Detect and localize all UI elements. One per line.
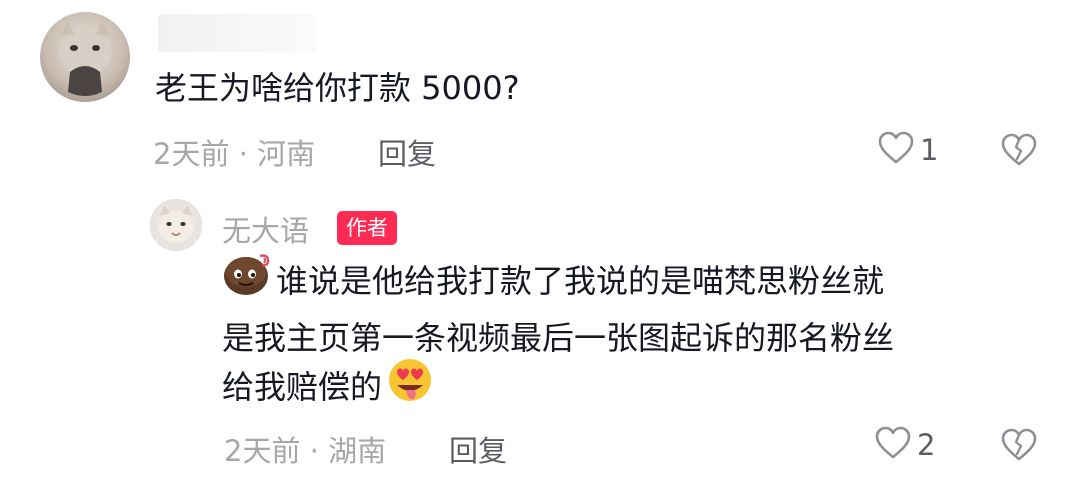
commenter-avatar[interactable] <box>40 12 130 102</box>
reply-text-line-1-text: 谁说是他给我打款了我说的是喵梵思粉丝就 <box>276 262 885 300</box>
comment-like-count: 1 <box>920 133 939 167</box>
reply-reply-button[interactable]: 回复 <box>449 428 507 470</box>
author-name[interactable]: 无大语 <box>222 208 309 250</box>
heart-outline-icon <box>878 131 914 169</box>
reply-dislike-button[interactable] <box>1001 428 1037 462</box>
broken-heart-icon <box>1001 428 1037 466</box>
reply-meta: 2天前 · 湖南 <box>224 434 387 468</box>
heart-outline-icon <box>875 426 911 464</box>
commenter-name-blurred <box>158 14 316 52</box>
broken-heart-icon <box>1001 133 1037 171</box>
author-badge: 作者 <box>337 211 397 245</box>
reply-text-line-3: 给我赔偿的 <box>222 359 434 412</box>
shy-face-emoji-icon <box>222 252 272 310</box>
reply-text-line-2: 是我主页第一条视频最后一张图起诉的那名粉丝 <box>222 313 894 363</box>
reply-like-count: 2 <box>917 428 936 462</box>
heart-eyes-emoji-icon <box>386 357 434 417</box>
comment-text: 老王为啥给你打款 5000? <box>155 69 520 107</box>
comment-like-button[interactable]: 1 <box>878 131 938 169</box>
reply-text-line-2-text: 是我主页第一条视频最后一张图起诉的那名粉丝 <box>222 319 895 357</box>
comment-reply-button[interactable]: 回复 <box>378 131 436 173</box>
comment-dislike-button[interactable] <box>1001 133 1037 167</box>
reply-text-line-3-text: 给我赔偿的 <box>222 368 383 406</box>
author-avatar[interactable] <box>150 199 202 251</box>
comment-meta: 2天前 · 河南 <box>153 137 316 171</box>
reply-like-button[interactable]: 2 <box>875 426 935 464</box>
reply-text-line-1: 谁说是他给我打款了我说的是喵梵思粉丝就 <box>222 254 885 306</box>
